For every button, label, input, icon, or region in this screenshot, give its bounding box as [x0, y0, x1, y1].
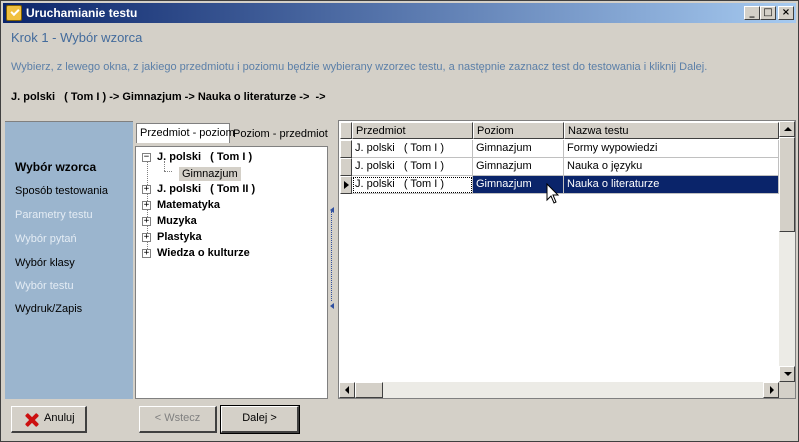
cell-poziom[interactable]: Gimnazjum [473, 158, 564, 176]
tree-node-label: Wiedza o kulturze [157, 247, 250, 259]
expand-icon[interactable]: + [142, 249, 151, 258]
wizard-header: Krok 1 - Wybór wzorca Wybierz, z lewego … [3, 23, 796, 119]
row-indicator[interactable] [340, 176, 352, 194]
tree-node[interactable]: + J. polski ( Tom II ) [142, 182, 255, 196]
step-item-wybor-wzorca[interactable]: Wybór wzorca [15, 160, 96, 174]
tree-node[interactable]: − J. polski ( Tom I ) Gimnazjum [142, 150, 252, 181]
tree-node-label: Matematyka [157, 199, 220, 211]
expand-icon[interactable]: + [142, 217, 151, 226]
collapse-icon[interactable]: − [142, 153, 151, 162]
step-item-wybor-klasy[interactable]: Wybór klasy [15, 257, 75, 269]
tree-node-label: Muzyka [157, 215, 197, 227]
tree-node-label: J. polski ( Tom II ) [157, 183, 256, 195]
horizontal-scrollbar[interactable] [339, 382, 779, 398]
cell-przedmiot[interactable]: J. polski ( Tom I ) [352, 140, 473, 158]
tree-node[interactable]: + Matematyka [142, 198, 220, 212]
tree-node[interactable]: + Plastyka [142, 230, 202, 244]
row-indicator[interactable] [340, 158, 352, 176]
close-icon [25, 413, 39, 427]
back-button: < Wstecz [139, 406, 217, 433]
selection-path: J. polski ( Tom I ) -> Gimnazjum -> Nauk… [11, 91, 326, 103]
cell-poziom[interactable]: Gimnazjum [473, 140, 564, 158]
column-header-poziom[interactable]: Poziom [473, 122, 564, 139]
cell-nazwa-testu[interactable]: Nauka o literaturze [564, 176, 779, 194]
table-row[interactable]: J. polski ( Tom I ) Gimnazjum Nauka o ję… [339, 158, 779, 176]
scroll-down-button[interactable] [779, 366, 795, 382]
scroll-up-button[interactable] [779, 121, 795, 137]
step-item-sposob-testowania[interactable]: Sposób testowania [15, 185, 108, 197]
subject-tree[interactable]: − J. polski ( Tom I ) Gimnazjum + J. pol… [135, 146, 328, 399]
tree-connector [164, 171, 172, 172]
tree-node-label: Plastyka [157, 231, 202, 243]
next-button[interactable]: Dalej > [220, 405, 300, 434]
cell-przedmiot[interactable]: J. polski ( Tom I ) [352, 176, 473, 194]
grid-header-indicator [340, 122, 352, 139]
window-title: Uruchamianie testu [26, 6, 138, 20]
scroll-right-button[interactable] [763, 382, 779, 398]
column-header-nazwa-testu[interactable]: Nazwa testu [564, 122, 779, 139]
expand-icon[interactable]: + [142, 201, 151, 210]
minimize-button[interactable]: _ [744, 6, 760, 20]
tree-node[interactable]: + Muzyka [142, 214, 197, 228]
row-indicator[interactable] [340, 140, 352, 158]
dialog-window: Uruchamianie testu _ □ × Krok 1 - Wybór … [0, 0, 799, 442]
tree-node[interactable]: + Wiedza o kulturze [142, 246, 250, 260]
column-header-przedmiot[interactable]: Przedmiot [352, 122, 473, 139]
step-item-wybor-testu: Wybór testu [15, 280, 74, 292]
vertical-scroll-thumb[interactable] [779, 137, 795, 232]
current-row-pointer-icon [344, 181, 349, 189]
wizard-steps-panel: Wybór wzorca Sposób testowania Parametry… [5, 121, 133, 399]
scroll-corner [779, 382, 795, 398]
horizontal-scroll-thumb[interactable] [355, 382, 383, 398]
maximize-button[interactable]: □ [760, 6, 776, 20]
cell-nazwa-testu[interactable]: Formy wypowiedzi [564, 140, 779, 158]
step-item-wydruk-zapis[interactable]: Wydruk/Zapis [15, 303, 82, 315]
arrow-down-icon [784, 372, 792, 376]
cancel-button-label: Anuluj [44, 412, 75, 424]
expand-icon[interactable]: + [142, 185, 151, 194]
arrow-left-icon [345, 386, 349, 394]
app-icon [6, 5, 22, 21]
step-item-wybor-pytan: Wybór pytań [15, 233, 77, 245]
arrow-right-icon [770, 386, 774, 394]
title-bar[interactable]: Uruchamianie testu _ □ × [3, 3, 796, 23]
cell-nazwa-testu[interactable]: Nauka o języku [564, 158, 779, 176]
tab-przedmiot-poziom[interactable]: Przedmiot - poziom [136, 123, 235, 143]
instructions-text: Wybierz, z lewego okna, z jakiego przedm… [11, 61, 708, 73]
tree-node-gimnazjum[interactable]: Gimnazjum [179, 167, 241, 181]
tree-node-label: J. polski ( Tom I ) [157, 151, 253, 163]
splitter-grip[interactable] [331, 211, 334, 301]
vertical-scrollbar[interactable] [779, 121, 795, 382]
cancel-button[interactable]: Anuluj [11, 406, 87, 433]
table-row[interactable]: J. polski ( Tom I ) Gimnazjum Formy wypo… [339, 140, 779, 158]
tab-poziom-przedmiot[interactable]: Poziom - przedmiot [230, 125, 328, 145]
expand-icon[interactable]: + [142, 233, 151, 242]
splitter-arrow-icon [330, 303, 334, 309]
cell-przedmiot[interactable]: J. polski ( Tom I ) [352, 158, 473, 176]
step-item-parametry-testu: Parametry testu [15, 209, 93, 221]
mouse-cursor-icon [546, 183, 560, 204]
scroll-left-button[interactable] [339, 382, 355, 398]
close-button[interactable]: × [778, 6, 794, 20]
arrow-up-icon [784, 127, 792, 131]
test-grid[interactable]: Przedmiot Poziom Nazwa testu J. polski (… [338, 120, 796, 399]
step-title: Krok 1 - Wybór wzorca [11, 30, 143, 45]
panel-splitter[interactable] [329, 121, 337, 399]
